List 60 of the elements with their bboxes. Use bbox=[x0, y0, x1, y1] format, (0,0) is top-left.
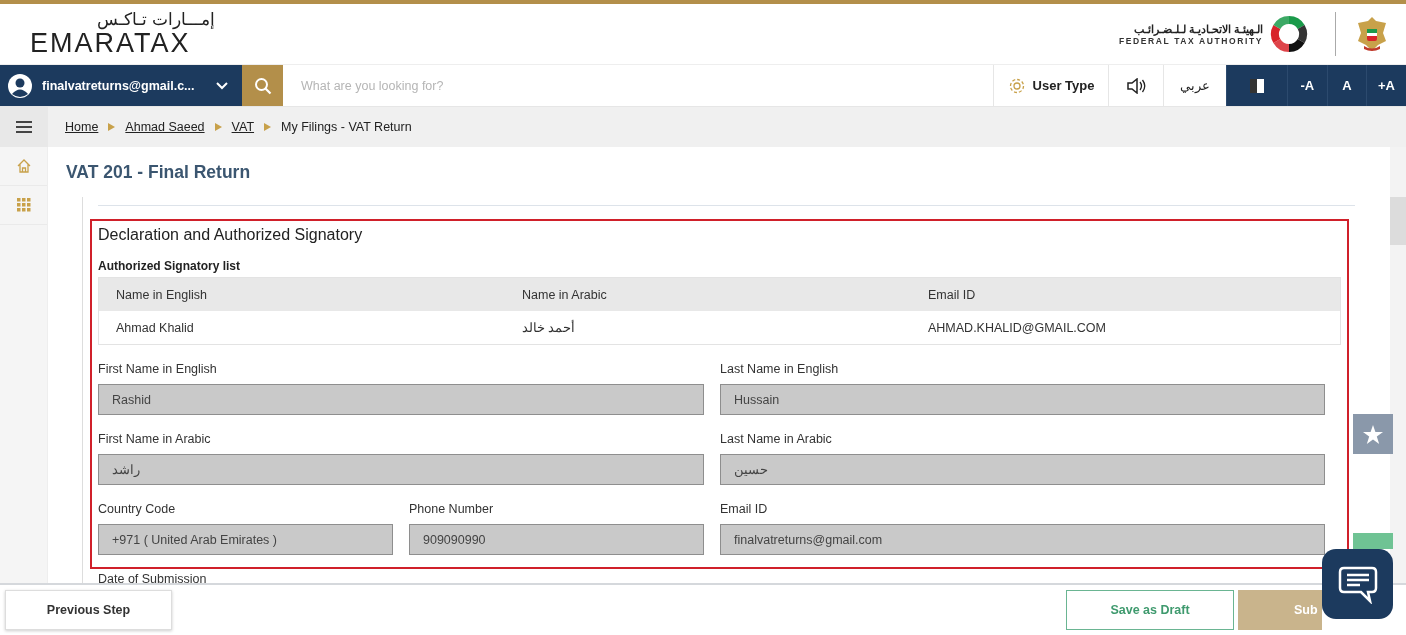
eagle-emblem-icon bbox=[1356, 15, 1388, 53]
search-icon bbox=[253, 76, 272, 95]
field-label: First Name in English bbox=[98, 361, 218, 377]
section-title: Declaration and Authorized Signatory bbox=[98, 225, 364, 245]
menu-icon[interactable] bbox=[16, 120, 32, 134]
column-header: Name in English bbox=[116, 287, 208, 302]
authority-name: FEDERAL TAX AUTHORITY bbox=[1119, 35, 1263, 46]
chat-icon bbox=[1337, 564, 1378, 604]
separator-icon bbox=[264, 123, 272, 131]
user-menu[interactable]: finalvatreturns@gmail.c... bbox=[0, 65, 242, 106]
column-header: Name in Arabic bbox=[522, 287, 608, 302]
input-field[interactable]: +971 ( United Arab Emirates ) bbox=[98, 524, 393, 555]
table-cell-text: AHMAD.KHALID@GMAIL.COM bbox=[928, 320, 1107, 335]
chat-button[interactable] bbox=[1322, 549, 1393, 619]
font-size-button[interactable]: +A bbox=[1366, 65, 1406, 106]
table-cell-text: Ahmad Khalid bbox=[116, 320, 195, 335]
breadcrumb-current: My Filings - VAT Return bbox=[281, 120, 412, 134]
input-field[interactable]: حسين bbox=[720, 454, 1325, 485]
authority-arabic-name: الـهيئـة الاتحـاديـة لـلـضـرائـب bbox=[1133, 22, 1263, 36]
field-label: Last Name in Arabic bbox=[720, 431, 833, 447]
avatar-icon bbox=[8, 73, 32, 98]
table-cell-text: أحمد خالد bbox=[522, 320, 577, 335]
star-icon bbox=[1363, 424, 1383, 444]
speaker-icon bbox=[1126, 77, 1146, 94]
separator-icon bbox=[214, 123, 222, 131]
font-size-button[interactable]: A bbox=[1326, 65, 1367, 106]
authority-emblem-icon bbox=[1269, 14, 1309, 54]
list-title: Authorized Signatory list bbox=[98, 258, 241, 274]
column-header: Email ID bbox=[928, 287, 977, 302]
previous-step-button[interactable]: Previous Step bbox=[5, 590, 172, 630]
page-title: VAT 201 - Final Return bbox=[66, 160, 252, 184]
input-field[interactable]: Hussain bbox=[720, 384, 1325, 415]
logo-text: EMARATAX bbox=[30, 29, 191, 57]
home-icon[interactable] bbox=[15, 158, 32, 174]
input-field[interactable]: Rashid bbox=[98, 384, 704, 415]
scrollbar-thumb[interactable] bbox=[1390, 197, 1406, 245]
breadcrumb-link[interactable]: VAT bbox=[231, 120, 255, 134]
field-label: Phone Number bbox=[409, 501, 495, 517]
favorite-button[interactable] bbox=[1353, 414, 1393, 454]
font-size-button[interactable]: -A bbox=[1287, 65, 1327, 106]
input-field[interactable]: 909090990 bbox=[409, 524, 704, 555]
breadcrumb-link[interactable]: Home bbox=[65, 120, 99, 134]
scrollbar[interactable] bbox=[1390, 147, 1406, 583]
field-label: First Name in Arabic bbox=[98, 431, 212, 447]
field-label: Last Name in English bbox=[720, 361, 840, 377]
breadcrumb-link[interactable]: Ahmad Saeed bbox=[125, 120, 205, 134]
input-field[interactable]: راشد bbox=[98, 454, 704, 485]
gear-icon bbox=[1007, 76, 1026, 95]
input-field[interactable]: finalvatreturns@gmail.com bbox=[720, 524, 1325, 555]
field-label: Email ID bbox=[720, 501, 769, 517]
save-draft-button[interactable]: Save as Draft bbox=[1066, 590, 1234, 630]
grid-icon[interactable] bbox=[16, 198, 31, 212]
chevron-down-icon bbox=[216, 81, 228, 90]
field-label: Date of Submission bbox=[98, 572, 208, 583]
field-label: Country Code bbox=[98, 501, 177, 517]
separator-icon bbox=[108, 123, 116, 131]
logo-arabic-text: إمـــارات تـاكـس bbox=[97, 11, 215, 29]
contrast-button[interactable] bbox=[1226, 65, 1287, 106]
search-button[interactable] bbox=[242, 65, 283, 106]
contrast-icon bbox=[1249, 77, 1265, 94]
